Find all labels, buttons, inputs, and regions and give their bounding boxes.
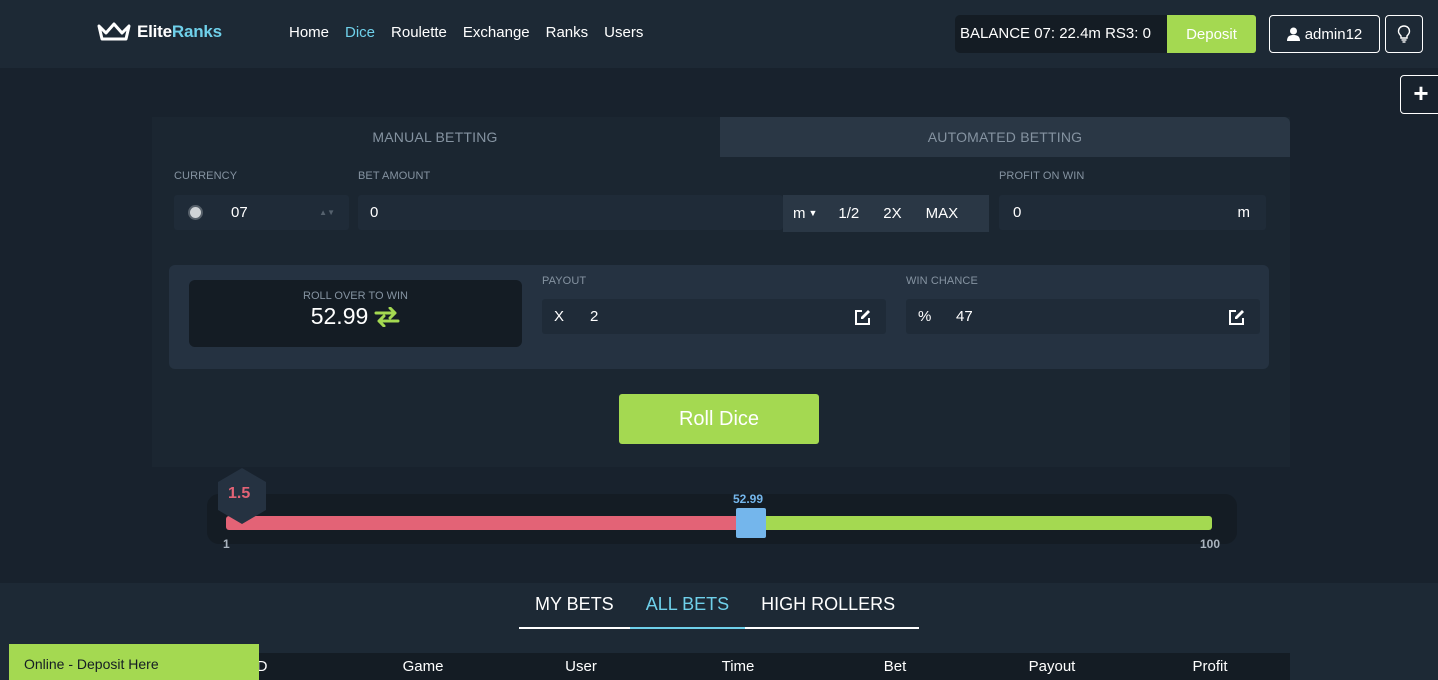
caret-down-icon: ▼ <box>808 208 818 218</box>
payout-value: 2 <box>590 308 599 325</box>
user-icon <box>1286 27 1300 41</box>
site-logo[interactable]: EliteRanks <box>97 22 222 42</box>
expand-plus-button[interactable]: + <box>1400 75 1438 114</box>
roll-dice-button[interactable]: Roll Dice <box>619 394 819 444</box>
column-payout: Payout <box>1028 658 1076 675</box>
roll-settings-box: ROLL OVER TO WIN 52.99 PAYOUT X 2 WIN CH… <box>169 265 1269 369</box>
column-time: Time <box>721 658 755 675</box>
bet-amount-controls: m ▼ 1/2 2X MAX <box>783 195 989 232</box>
nav-roulette[interactable]: Roulette <box>391 24 447 41</box>
nav-exchange[interactable]: Exchange <box>463 24 530 41</box>
online-deposit-bar[interactable]: Online - Deposit Here <box>9 644 259 680</box>
currency-select[interactable]: 07 ▲▼ <box>174 195 349 230</box>
bet-amount-input[interactable]: 0 <box>358 195 783 230</box>
tab-automated-betting[interactable]: AUTOMATED BETTING <box>720 117 1290 157</box>
main-nav: Home Dice Roulette Exchange Ranks Users <box>289 24 643 41</box>
roll-over-value: 52.99 <box>310 303 369 329</box>
crown-icon <box>97 22 131 41</box>
theme-toggle-button[interactable] <box>1385 15 1423 53</box>
unit-dropdown-label: m <box>793 205 806 222</box>
sort-arrows-icon: ▲▼ <box>319 208 335 217</box>
win-chance-prefix: % <box>918 308 932 325</box>
payout-label: PAYOUT <box>542 275 587 287</box>
last-roll-value: 1.5 <box>228 485 251 502</box>
half-button[interactable]: 1/2 <box>838 205 859 222</box>
win-chance-field[interactable]: % 47 <box>906 299 1260 334</box>
slider-max-label: 100 <box>1200 537 1221 551</box>
column-user: User <box>565 658 597 675</box>
swap-arrows-icon <box>374 306 400 327</box>
column-bet: Bet <box>883 658 907 675</box>
user-menu-button[interactable]: admin12 <box>1269 15 1380 53</box>
tab-manual-betting[interactable]: MANUAL BETTING <box>152 117 718 157</box>
plus-icon: + <box>1413 78 1429 108</box>
lightbulb-icon <box>1397 25 1411 43</box>
nav-ranks[interactable]: Ranks <box>546 24 589 41</box>
win-chance-value: 47 <box>956 308 973 325</box>
profit-value: 0 <box>1013 204 1022 221</box>
profit-on-win-field: 0 m <box>999 195 1266 230</box>
max-button[interactable]: MAX <box>926 205 959 222</box>
coin-icon <box>188 205 203 220</box>
slider-win-range[interactable] <box>736 516 1212 530</box>
logo-text-ranks: Ranks <box>171 22 222 41</box>
profit-unit: m <box>1237 204 1251 221</box>
slider-value-label: 52.99 <box>733 492 764 506</box>
slider-min-label: 1 <box>223 537 230 551</box>
double-button[interactable]: 2X <box>883 205 901 222</box>
column-game: Game <box>402 658 444 675</box>
slider-lose-range[interactable] <box>226 516 736 530</box>
bets-table-header: ID Game User Time Bet Payout Profit <box>152 653 1290 680</box>
payout-field[interactable]: X 2 <box>542 299 886 334</box>
bet-amount-label: BET AMOUNT <box>358 170 431 182</box>
username-label: admin12 <box>1304 25 1363 43</box>
profit-label: PROFIT ON WIN <box>999 170 1085 182</box>
logo-text-elite: Elite <box>137 22 172 41</box>
bets-tabs: MY BETS ALL BETS HIGH ROLLERS <box>519 593 919 629</box>
tab-my-bets[interactable]: MY BETS <box>519 593 630 629</box>
roll-over-label: ROLL OVER TO WIN <box>303 290 408 302</box>
win-chance-label: WIN CHANCE <box>906 275 978 287</box>
balance-display: BALANCE 07: 22.4m RS3: 0 <box>955 15 1167 53</box>
nav-dice[interactable]: Dice <box>345 24 375 41</box>
payout-prefix: X <box>554 308 565 325</box>
top-navbar: EliteRanks Home Dice Roulette Exchange R… <box>0 0 1438 68</box>
tab-all-bets[interactable]: ALL BETS <box>629 593 746 629</box>
betting-panel: MANUAL BETTING AUTOMATED BETTING CURRENC… <box>152 117 1290 467</box>
nav-home[interactable]: Home <box>289 24 329 41</box>
logo-text: EliteRanks <box>137 22 222 42</box>
roll-over-toggle[interactable]: ROLL OVER TO WIN 52.99 <box>189 280 522 347</box>
slider-thumb[interactable] <box>736 508 766 538</box>
tab-high-rollers[interactable]: HIGH ROLLERS <box>745 593 911 629</box>
column-profit: Profit <box>1192 658 1228 675</box>
unit-dropdown[interactable]: m ▼ <box>793 205 817 222</box>
nav-users[interactable]: Users <box>604 24 643 41</box>
edit-payout-icon[interactable] <box>854 309 871 326</box>
deposit-button[interactable]: Deposit <box>1167 15 1256 53</box>
edit-win-chance-icon[interactable] <box>1228 309 1245 326</box>
currency-label: CURRENCY <box>174 170 238 182</box>
currency-value: 07 <box>231 204 248 221</box>
